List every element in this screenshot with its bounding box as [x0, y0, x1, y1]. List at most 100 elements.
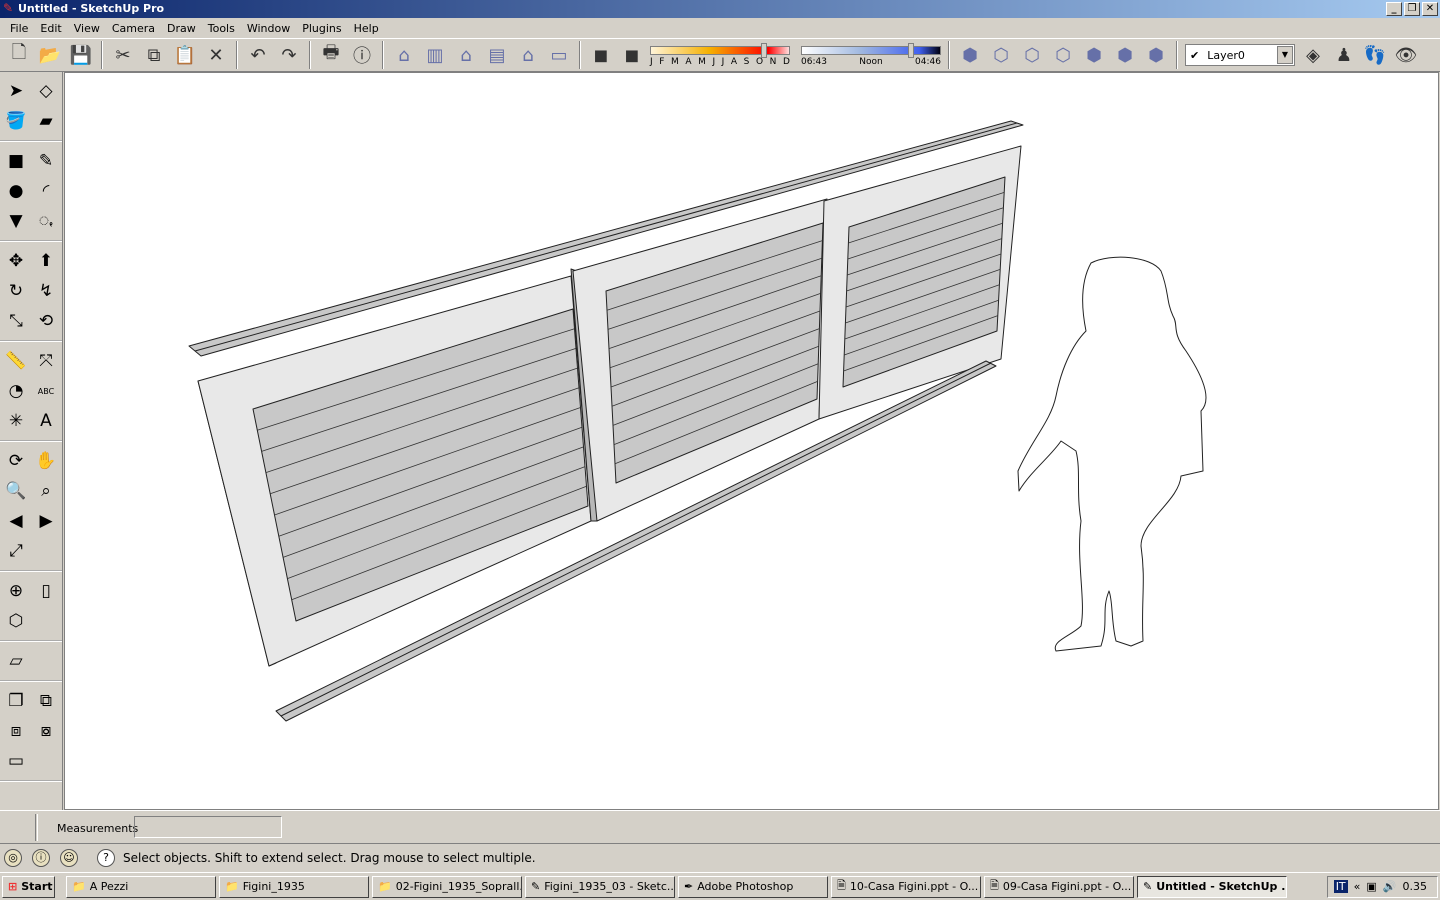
walk-icon[interactable]: 👣	[1362, 42, 1388, 68]
zoom-extents-icon[interactable]: ⤢	[3, 538, 29, 564]
position-camera-icon[interactable]: ♟	[1331, 42, 1357, 68]
zoom-window-icon[interactable]: ⌕	[33, 478, 59, 504]
scale-icon[interactable]: ⤡	[3, 308, 29, 334]
menu-edit[interactable]: Edit	[34, 22, 67, 35]
orbit-icon[interactable]: ⟳	[3, 448, 29, 474]
text-icon[interactable]: ABC	[33, 378, 59, 404]
component-icon[interactable]: ◇	[33, 78, 59, 104]
paint-bucket-icon[interactable]: 🪣	[3, 108, 29, 134]
new-icon[interactable]: 🗋	[6, 42, 32, 68]
toolbar-grip[interactable]	[35, 814, 38, 841]
close-button[interactable]: ✕	[1422, 2, 1438, 16]
3d-text-icon[interactable]: A	[33, 408, 59, 434]
menu-tools[interactable]: Tools	[202, 22, 241, 35]
month-slider[interactable]: JFMAMJJASOND	[650, 40, 790, 70]
menu-file[interactable]: File	[4, 22, 34, 35]
section-plane-icon[interactable]: ⊕	[3, 578, 29, 604]
iso-view-icon[interactable]: ⌂	[391, 42, 417, 68]
menu-camera[interactable]: Camera	[106, 22, 161, 35]
circle-icon[interactable]: ●	[3, 178, 29, 204]
hidden-line-icon[interactable]: ⬡	[1019, 42, 1045, 68]
display-shadows-icon[interactable]: ◼	[619, 42, 645, 68]
cut-icon[interactable]: ✂	[110, 42, 136, 68]
xray-icon[interactable]: ⬢	[957, 42, 983, 68]
save-icon[interactable]: 💾	[68, 42, 94, 68]
taskbar-item[interactable]: 📁 Figini_1935	[219, 875, 369, 898]
copy-icon[interactable]: ⧉	[141, 42, 167, 68]
volume-icon[interactable]: 🔊	[1383, 880, 1397, 893]
shaded-textures-icon[interactable]: ⬢	[1081, 42, 1107, 68]
network-icon[interactable]: ▣	[1366, 880, 1376, 893]
eraser-icon[interactable]: ▰	[33, 108, 59, 134]
section-cuts-icon[interactable]: ⬡	[3, 608, 29, 634]
show-hidden-icons-icon[interactable]: «	[1354, 880, 1361, 893]
paste-icon[interactable]: 📋	[172, 42, 198, 68]
pan-icon[interactable]: ✋	[33, 448, 59, 474]
layer-manager-icon[interactable]: ◈	[1300, 42, 1326, 68]
monochrome-icon[interactable]: ⬢	[1112, 42, 1138, 68]
back-view-icon[interactable]: ⌂	[515, 42, 541, 68]
protractor-icon[interactable]: ◔	[3, 378, 29, 404]
back-edges-icon[interactable]: ⬢	[1143, 42, 1169, 68]
next-view-icon[interactable]: ▶	[33, 508, 59, 534]
menu-plugins[interactable]: Plugins	[296, 22, 347, 35]
layer-dropdown[interactable]: ✔ Layer0 ▼	[1185, 44, 1295, 66]
arc-icon[interactable]: ◜	[33, 178, 59, 204]
redo-icon[interactable]: ↷	[276, 42, 302, 68]
wireframe-icon[interactable]: ⬡	[988, 42, 1014, 68]
pencil-icon[interactable]: ✎	[33, 148, 59, 174]
undo-icon[interactable]: ↶	[245, 42, 271, 68]
offset-icon[interactable]: ⟲	[33, 308, 59, 334]
push-pull-icon[interactable]: ⬆	[33, 248, 59, 274]
sandbox-icon[interactable]: ▱	[3, 648, 29, 674]
zoom-icon[interactable]: 🔍	[3, 478, 29, 504]
print-icon[interactable]: 🖶	[318, 42, 344, 68]
dimension-icon[interactable]: ⤧	[33, 348, 59, 374]
taskbar-item[interactable]: 📁 02-Figini_1935_Soprall...	[372, 875, 522, 898]
tape-measure-icon[interactable]: 📏	[3, 348, 29, 374]
taskbar-item[interactable]: 🗎 09-Casa Figini.ppt - O...	[984, 875, 1134, 898]
maximize-button[interactable]: ❐	[1404, 2, 1420, 16]
help-icon[interactable]: ?	[97, 849, 115, 867]
left-view-icon[interactable]: ▭	[546, 42, 572, 68]
time-slider[interactable]: 06:43 Noon 04:46	[801, 40, 941, 70]
menu-help[interactable]: Help	[348, 22, 385, 35]
drawing-canvas[interactable]	[64, 72, 1439, 810]
top-view-icon[interactable]: ▥	[422, 42, 448, 68]
chevron-down-icon[interactable]: ▼	[1277, 46, 1293, 64]
menu-window[interactable]: Window	[241, 22, 296, 35]
trim-icon[interactable]: ▭	[3, 748, 29, 774]
taskbar-item[interactable]: 📁 A Pezzi	[66, 875, 216, 898]
language-indicator[interactable]: IT	[1333, 880, 1348, 893]
rotate-icon[interactable]: ↻	[3, 278, 29, 304]
menu-draw[interactable]: Draw	[161, 22, 202, 35]
front-view-icon[interactable]: ⌂	[453, 42, 479, 68]
geo-location-icon[interactable]: ◎	[4, 849, 22, 867]
follow-me-icon[interactable]: ↯	[33, 278, 59, 304]
taskbar-item[interactable]: 🗎 10-Casa Figini.ppt - O...	[831, 875, 981, 898]
rectangle-icon[interactable]: ■	[3, 148, 29, 174]
look-around-icon[interactable]: 👁	[1393, 42, 1419, 68]
outer-shell-icon[interactable]: ❐	[3, 688, 29, 714]
credits-icon[interactable]: ⓘ	[32, 849, 50, 867]
shaded-icon[interactable]: ⬡	[1050, 42, 1076, 68]
freehand-icon[interactable]: ꩻ	[33, 208, 59, 234]
taskbar-item[interactable]: ✎ Untitled - SketchUp ...	[1137, 875, 1287, 898]
polygon-icon[interactable]: ▼	[3, 208, 29, 234]
time-slider-knob[interactable]	[908, 43, 915, 58]
measurements-input[interactable]	[134, 816, 282, 838]
axes-icon[interactable]: ✳	[3, 408, 29, 434]
shadow-settings-icon[interactable]: ◼	[588, 42, 614, 68]
section-display-icon[interactable]: ▯	[33, 578, 59, 604]
taskbar-item[interactable]: ✎ Figini_1935_03 - Sketc...	[525, 875, 675, 898]
previous-view-icon[interactable]: ◀	[3, 508, 29, 534]
user-icon[interactable]: ☺	[60, 849, 78, 867]
taskbar-item[interactable]: ✒ Adobe Photoshop	[678, 875, 828, 898]
menu-view[interactable]: View	[68, 22, 106, 35]
intersect-icon[interactable]: ⧉	[33, 688, 59, 714]
subtract-icon[interactable]: ⧇	[33, 718, 59, 744]
model-info-icon[interactable]: ⓘ	[349, 42, 375, 68]
select-icon[interactable]: ➤	[3, 78, 29, 104]
minimize-button[interactable]: _	[1386, 2, 1402, 16]
union-icon[interactable]: ⧈	[3, 718, 29, 744]
